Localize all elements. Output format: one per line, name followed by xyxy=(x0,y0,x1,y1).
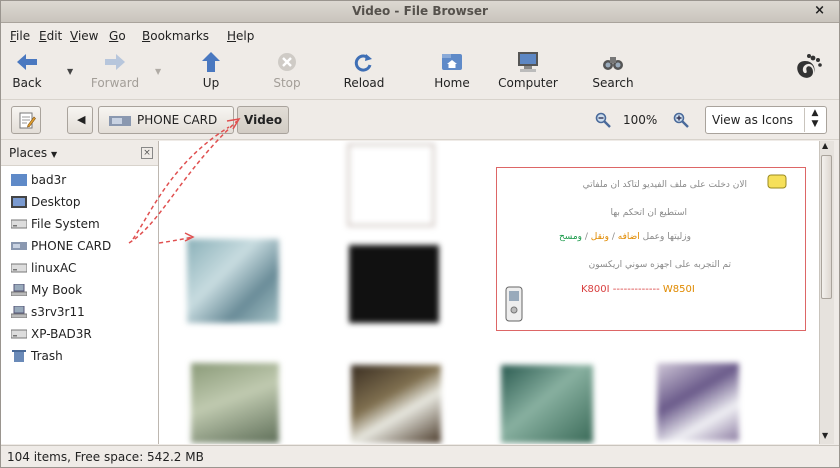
drive-icon xyxy=(11,263,27,273)
back-history-dropdown-icon[interactable]: ▼ xyxy=(67,67,73,76)
menu-edit[interactable]: Edit xyxy=(39,29,62,43)
zoom-in-icon[interactable] xyxy=(673,112,689,128)
computer-button[interactable]: Computer xyxy=(495,51,561,90)
back-button[interactable]: Back xyxy=(9,51,45,90)
forward-button[interactable]: Forward xyxy=(85,51,145,90)
sidebar-item-trash[interactable]: Trash xyxy=(11,349,63,369)
network-share-icon xyxy=(11,306,27,318)
binoculars-icon xyxy=(603,57,623,70)
spin-arrows-icon: ▲ ▼ xyxy=(804,108,825,132)
sidebar-item-my-book[interactable]: My Book xyxy=(11,283,82,303)
sidebar-item-desktop[interactable]: Desktop xyxy=(11,195,81,215)
gnome-foot-icon xyxy=(797,54,822,78)
forward-arrow-icon xyxy=(105,54,125,70)
view-mode-select[interactable]: View as Icons ▲ ▼ xyxy=(705,106,827,134)
computer-icon xyxy=(518,52,538,72)
vertical-scrollbar[interactable]: ▲ ▼ xyxy=(819,141,834,444)
menu-go[interactable]: Go xyxy=(109,29,126,43)
status-text: 104 items, Free space: 542.2 MB xyxy=(7,450,204,464)
zoom-level[interactable]: 100% xyxy=(623,113,657,127)
scrollbar-thumb[interactable] xyxy=(821,155,832,299)
desktop-icon xyxy=(11,196,27,208)
home-folder-icon xyxy=(442,54,462,70)
back-arrow-icon xyxy=(17,54,37,70)
triangle-down-icon: ▼ xyxy=(50,150,58,159)
sidebar-item-file-system[interactable]: File System xyxy=(11,217,100,237)
up-button[interactable]: Up xyxy=(193,51,229,90)
network-share-icon xyxy=(11,284,27,296)
drive-icon xyxy=(11,219,27,229)
sidebar-item-xp-bad3r[interactable]: XP-BAD3R xyxy=(11,327,92,347)
path-scroll-left-button[interactable]: ◀ xyxy=(67,106,93,134)
menu-bookmarks[interactable]: Bookmarks xyxy=(142,29,209,43)
annotation-arrows-overlay xyxy=(128,117,241,244)
edit-pencil-icon xyxy=(19,112,36,129)
title-bar[interactable]: Video - File Browser × xyxy=(1,1,839,23)
menu-file[interactable]: File xyxy=(10,29,30,43)
drive-icon xyxy=(11,329,27,339)
sidebar-item-bad3r[interactable]: bad3r xyxy=(11,173,66,193)
sidebar-item-phone-card[interactable]: PHONE CARD xyxy=(11,239,111,259)
trash-icon xyxy=(12,350,26,362)
up-arrow-icon xyxy=(202,52,220,72)
zoom-out-icon[interactable] xyxy=(595,112,611,128)
file-browser-window: Video - File Browser × File Edit View Go… xyxy=(0,0,840,468)
triangle-left-icon: ◀ xyxy=(77,113,86,126)
memory-card-icon xyxy=(11,242,27,250)
places-dropdown[interactable]: Places ▼ xyxy=(9,146,57,160)
stop-button[interactable]: Stop xyxy=(265,51,309,90)
forward-history-dropdown-icon[interactable]: ▼ xyxy=(155,67,161,76)
menu-help[interactable]: Help xyxy=(227,29,254,43)
sidebar-item-linuxac[interactable]: linuxAC xyxy=(11,261,76,281)
scroll-up-icon[interactable]: ▲ xyxy=(822,141,828,150)
home-button[interactable]: Home xyxy=(429,51,475,90)
menu-view[interactable]: View xyxy=(70,29,98,43)
stop-icon xyxy=(278,53,296,71)
toolbar: Back ▼ Forward ▼ Up Stop Reload Home Com… xyxy=(1,47,839,100)
reload-button[interactable]: Reload xyxy=(341,51,387,90)
search-button[interactable]: Search xyxy=(589,51,637,90)
scroll-down-icon[interactable]: ▼ xyxy=(822,431,828,440)
toggle-location-entry-button[interactable] xyxy=(11,106,41,134)
close-icon[interactable]: × xyxy=(814,3,825,18)
window-title: Video - File Browser xyxy=(352,4,488,18)
home-folder-icon xyxy=(11,174,27,186)
sidebar-item-s3rv3r11[interactable]: s3rv3r11 xyxy=(11,305,85,325)
status-bar: 104 items, Free space: 542.2 MB xyxy=(1,445,839,468)
menu-bar: File Edit View Go Bookmarks Help xyxy=(1,23,839,45)
reload-icon xyxy=(354,54,372,72)
